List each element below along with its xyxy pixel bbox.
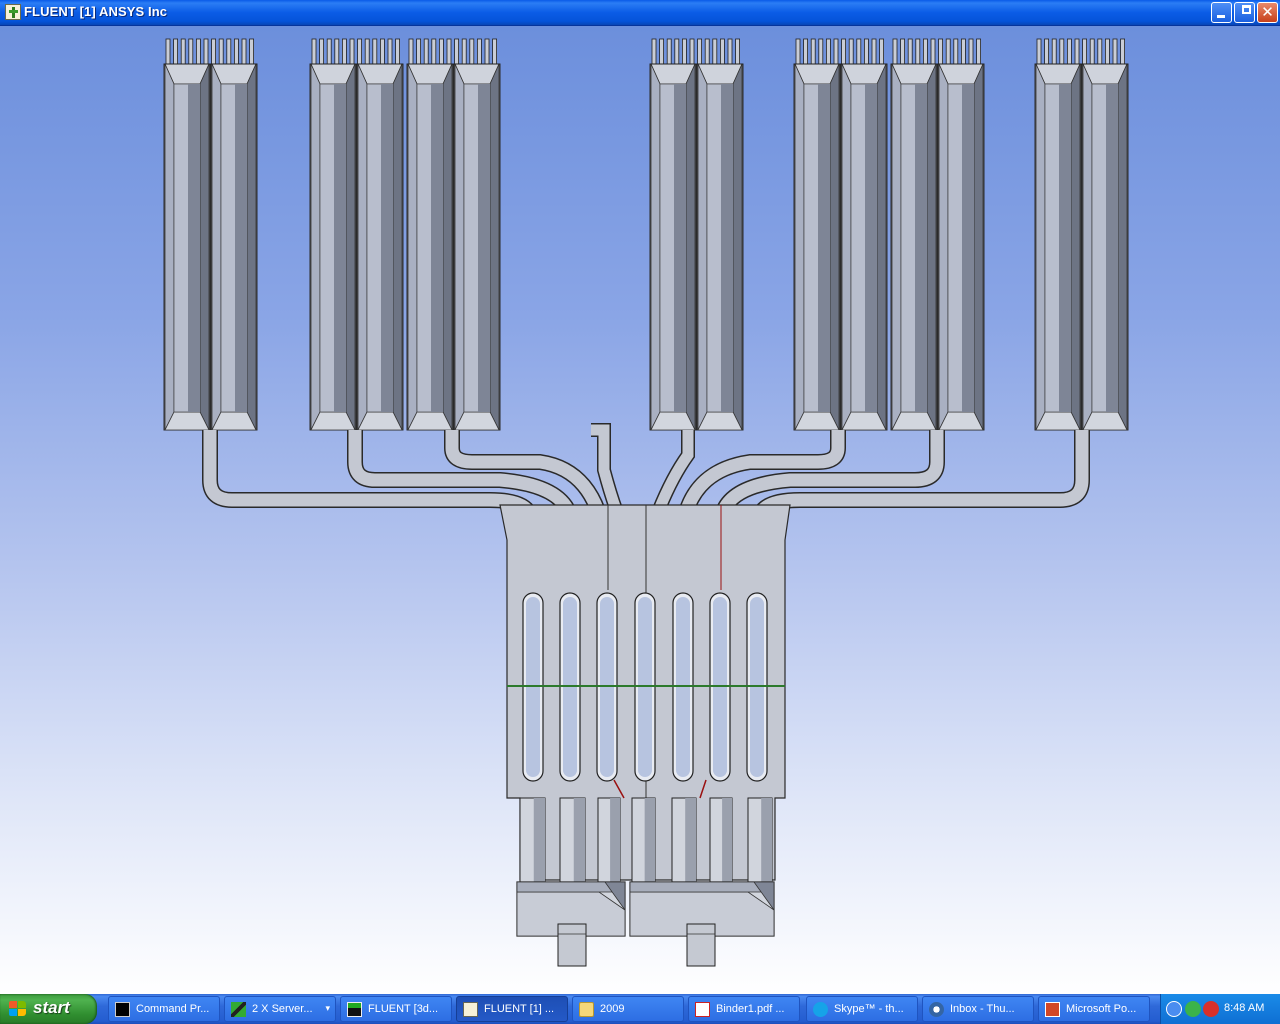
windows-logo-icon bbox=[9, 1001, 27, 1017]
heat-exchanger-block bbox=[890, 38, 985, 431]
system-tray: 8:48 AM bbox=[1160, 994, 1280, 1024]
clock: 8:48 AM bbox=[1224, 1002, 1265, 1014]
x-server-icon bbox=[231, 1002, 246, 1017]
chevron-down-icon: ▾ bbox=[325, 1003, 330, 1013]
taskbar-item-folder-2009[interactable]: 2009 bbox=[572, 996, 684, 1022]
title-bar[interactable]: FLUENT [1] ANSYS Inc ✕ bbox=[0, 0, 1280, 26]
antivirus-icon[interactable] bbox=[1203, 1001, 1219, 1017]
start-button[interactable]: start bbox=[0, 994, 97, 1024]
taskbar-item-thunderbird[interactable]: Inbox - Thu... bbox=[922, 996, 1034, 1022]
manifold-body bbox=[499, 504, 791, 967]
taskbar-item-powerpoint[interactable]: Microsoft Po... bbox=[1038, 996, 1150, 1022]
taskbar-item-fluent-1[interactable]: FLUENT [1] ... bbox=[456, 996, 568, 1022]
taskbar-item-binder-pdf[interactable]: Binder1.pdf ... bbox=[688, 996, 800, 1022]
fluent-window-icon bbox=[347, 1002, 362, 1017]
taskbar-item-fluent-3d[interactable]: FLUENT [3d... bbox=[340, 996, 452, 1022]
taskbar-item-x-server[interactable]: 2 X Server... ▾ bbox=[224, 996, 336, 1022]
taskbar-item-skype[interactable]: Skype™ - th... bbox=[806, 996, 918, 1022]
restore-icon bbox=[1242, 5, 1251, 14]
heat-exchanger-block bbox=[309, 38, 404, 431]
taskbar-item-command-prompt[interactable]: Command Pr... bbox=[108, 996, 220, 1022]
heat-exchanger-block bbox=[1034, 38, 1129, 431]
fluent-app-icon bbox=[463, 1002, 478, 1017]
window-title: FLUENT [1] ANSYS Inc bbox=[24, 4, 168, 19]
pdf-icon bbox=[695, 1002, 710, 1017]
heat-exchanger-block bbox=[406, 38, 501, 431]
folder-icon bbox=[579, 1002, 594, 1017]
thunderbird-icon bbox=[929, 1002, 944, 1017]
shield-icon[interactable] bbox=[1185, 1001, 1201, 1017]
heat-exchanger-block bbox=[649, 38, 744, 431]
maximize-button[interactable] bbox=[1234, 2, 1255, 23]
mesh-display[interactable] bbox=[0, 26, 1280, 994]
close-icon: ✕ bbox=[1261, 3, 1274, 21]
heat-exchanger-block bbox=[793, 38, 888, 431]
skype-icon bbox=[813, 1002, 828, 1017]
mesh-blocks bbox=[163, 38, 1129, 431]
fluent-app-icon[interactable] bbox=[5, 4, 21, 20]
powerpoint-icon bbox=[1045, 1002, 1060, 1017]
minimize-icon bbox=[1217, 15, 1225, 18]
taskbar: start Command Pr... 2 X Server... ▾ FLUE… bbox=[0, 994, 1280, 1024]
minimize-button[interactable] bbox=[1211, 2, 1232, 23]
start-label: start bbox=[33, 998, 70, 1017]
console-icon bbox=[115, 1002, 130, 1017]
close-button[interactable]: ✕ bbox=[1257, 2, 1278, 23]
heat-exchanger-block bbox=[163, 38, 258, 431]
tray-expand-icon[interactable] bbox=[1166, 1001, 1182, 1017]
graphics-viewport[interactable] bbox=[0, 26, 1280, 994]
